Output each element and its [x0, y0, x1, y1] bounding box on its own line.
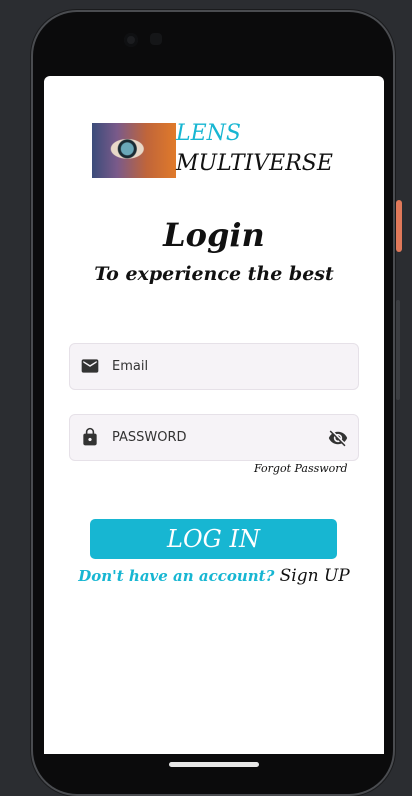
- sensor: [150, 33, 162, 45]
- forgot-password-link[interactable]: Forgot Password: [254, 462, 348, 475]
- login-button[interactable]: LOG IN: [90, 519, 337, 559]
- page-title: Login: [163, 216, 265, 254]
- home-indicator[interactable]: [169, 762, 259, 767]
- volume-button: [396, 300, 400, 400]
- power-button: [396, 200, 402, 252]
- lock-icon: [83, 427, 97, 446]
- email-input[interactable]: [112, 344, 312, 389]
- page-subtitle: To experience the best: [94, 263, 334, 285]
- password-input[interactable]: [112, 415, 312, 460]
- brand-name-line2: MULTIVERSE: [176, 151, 333, 176]
- signup-row: Don't have an account? Sign UP: [44, 566, 384, 586]
- front-camera: [124, 33, 138, 47]
- visibility-off-icon[interactable]: [328, 428, 348, 448]
- mail-icon: [81, 359, 99, 373]
- password-field[interactable]: [69, 414, 359, 461]
- signup-prompt: Don't have an account?: [78, 567, 275, 585]
- logo-eye-image: [92, 123, 176, 178]
- brand-name-line1: LENS: [176, 121, 241, 146]
- signup-link[interactable]: Sign UP: [280, 566, 350, 586]
- app-screen: LENS MULTIVERSE Login To experience the …: [44, 76, 384, 754]
- email-field[interactable]: [69, 343, 359, 390]
